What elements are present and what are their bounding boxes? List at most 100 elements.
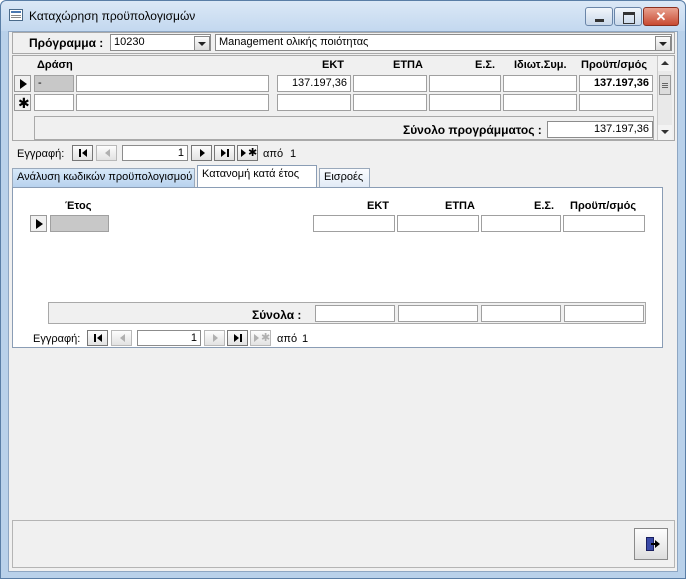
tab-year-allocation[interactable]: Κατανομή κατά έτος: [197, 165, 317, 187]
total-budget-field: [564, 305, 644, 322]
budget-cell[interactable]: 137.197,36: [579, 75, 653, 92]
col-header-year-etpa: ΕΤΠΑ: [445, 200, 475, 212]
sub-record-number[interactable]: 1: [137, 330, 201, 346]
close-button[interactable]: ✕: [643, 7, 679, 26]
maximize-button[interactable]: [614, 7, 642, 26]
first-arrow-icon: [82, 149, 87, 157]
window-title: Καταχώρηση προϋπολογισμών: [29, 9, 196, 23]
tab-code-analysis[interactable]: Ανάλυση κωδικών προϋπολογισμού: [12, 168, 195, 187]
record-selector-current[interactable]: [14, 75, 31, 92]
last-icon: [240, 334, 242, 342]
year-totals-label: Σύνολα :: [252, 308, 302, 322]
year-ekt-cell[interactable]: [313, 215, 395, 232]
next-icon: [213, 334, 218, 342]
exit-arrow-icon: [651, 540, 660, 548]
total-etpa-field: [398, 305, 478, 322]
total-ekt-field: [315, 305, 395, 322]
first-icon: [79, 149, 81, 157]
col-header-year-ekt: ΕΚΤ: [367, 200, 389, 212]
col-header-year-budget: Προϋπ/σμός: [570, 200, 637, 212]
year-es-cell[interactable]: [481, 215, 561, 232]
year-cell[interactable]: [50, 215, 109, 232]
action-code-cell[interactable]: -: [34, 75, 74, 92]
main-nav-total: 1: [290, 148, 297, 160]
program-code-value: 10230: [114, 36, 145, 48]
idiot-cell[interactable]: [503, 75, 577, 92]
scrollbar-thumb[interactable]: [659, 75, 671, 95]
new-action-name-cell[interactable]: [76, 94, 269, 111]
scroll-up-arrow-icon[interactable]: [658, 56, 672, 71]
new-budget-cell[interactable]: [579, 94, 653, 111]
sub-first-record-button[interactable]: [87, 330, 108, 346]
col-header-budget: Προϋπ/σμός: [581, 59, 648, 71]
app-window: Καταχώρηση προϋπολογισμών ✕ Πρόγραμμα : …: [0, 0, 686, 579]
main-nav-of: από: [263, 148, 284, 160]
es-cell[interactable]: [429, 75, 501, 92]
sub-last-record-button[interactable]: [227, 330, 248, 346]
etpa-cell[interactable]: [353, 75, 427, 92]
program-total-label: Σύνολο προγράμματος :: [403, 123, 542, 137]
year-budget-cell[interactable]: [563, 215, 645, 232]
minimize-button[interactable]: [585, 7, 613, 26]
actions-vertical-scrollbar[interactable]: [657, 56, 672, 140]
next-record-button[interactable]: [191, 145, 212, 161]
year-etpa-cell[interactable]: [397, 215, 479, 232]
prev-icon: [105, 149, 110, 157]
sub-nav-label: Εγγραφή:: [33, 333, 81, 345]
sub-prev-record-button[interactable]: [111, 330, 132, 346]
next-icon: [200, 149, 205, 157]
total-es-field: [481, 305, 561, 322]
new-action-code-cell[interactable]: [34, 94, 74, 111]
col-header-action: Δράση: [37, 59, 73, 71]
current-record-icon: [20, 79, 27, 89]
sub-nav-total: 1: [302, 333, 309, 345]
program-code-combo[interactable]: 10230: [110, 34, 211, 51]
tab-inflows[interactable]: Εισροές: [319, 168, 370, 187]
last-arrow-icon: [234, 334, 239, 342]
new-idiot-cell[interactable]: [503, 94, 577, 111]
main-record-number[interactable]: 1: [122, 145, 188, 161]
new-etpa-cell[interactable]: [353, 94, 427, 111]
program-total-value: 137.197,36: [547, 121, 653, 138]
record-selector-new[interactable]: ✱: [14, 94, 31, 111]
form-body: Πρόγραμμα : 10230 Management ολικής ποιό…: [8, 31, 678, 572]
main-nav-label: Εγγραφή:: [17, 148, 65, 160]
prev-icon: [120, 334, 125, 342]
col-header-year: Έτος: [65, 200, 92, 212]
col-header-idiot: Ιδιωτ.Συμ.: [514, 59, 567, 71]
new-record-button[interactable]: ✱: [237, 145, 258, 161]
scroll-down-arrow-icon[interactable]: [658, 125, 672, 140]
prev-record-button[interactable]: [96, 145, 117, 161]
first-arrow-icon: [97, 334, 102, 342]
col-header-ekt: ΕΚΤ: [322, 59, 344, 71]
program-label: Πρόγραμμα :: [29, 36, 104, 50]
last-icon: [227, 149, 229, 157]
last-arrow-icon: [221, 149, 226, 157]
new-arrow-icon: [241, 149, 246, 157]
program-name-value: Management ολικής ποιότητας: [219, 36, 369, 48]
new-arrow-icon: [254, 334, 259, 342]
new-ekt-cell[interactable]: [277, 94, 351, 111]
sub-nav-of: από: [277, 333, 298, 345]
main-record-navigator: 1 ✱: [72, 145, 372, 161]
chevron-down-icon[interactable]: [655, 36, 671, 50]
sub-next-record-button[interactable]: [204, 330, 225, 346]
first-record-button[interactable]: [72, 145, 93, 161]
new-record-icon: ✱: [18, 95, 30, 111]
action-name-cell[interactable]: [76, 75, 269, 92]
chevron-down-icon[interactable]: [194, 36, 210, 50]
new-star-icon: ✱: [248, 147, 258, 159]
last-record-button[interactable]: [214, 145, 235, 161]
ekt-cell[interactable]: 137.197,36: [277, 75, 351, 92]
exit-form-button[interactable]: [634, 528, 668, 560]
current-record-icon: [36, 219, 43, 229]
new-star-icon: ✱: [261, 332, 271, 344]
first-icon: [94, 334, 96, 342]
title-bar[interactable]: Καταχώρηση προϋπολογισμών ✕: [1, 1, 685, 31]
form-icon: [9, 9, 23, 21]
col-header-etpa: ΕΤΠΑ: [393, 59, 423, 71]
program-name-combo[interactable]: Management ολικής ποιότητας: [215, 34, 672, 51]
year-record-selector[interactable]: [30, 215, 47, 232]
new-es-cell[interactable]: [429, 94, 501, 111]
sub-new-record-button[interactable]: ✱: [250, 330, 271, 346]
